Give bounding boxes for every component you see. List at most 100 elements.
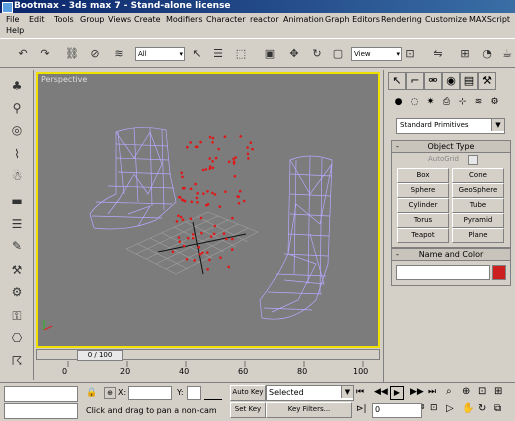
zoom-all-icon[interactable]: ⊕ <box>462 386 470 397</box>
pivot-icon[interactable]: ⊡ <box>402 46 418 62</box>
maxscript-listener-field[interactable] <box>4 386 78 402</box>
tube-button[interactable]: Tube <box>452 198 504 213</box>
mirror-icon[interactable]: ⇋ <box>430 46 446 62</box>
motion-tab-icon[interactable]: ◉ <box>442 72 460 90</box>
selection-filter-dropdown[interactable]: All ▾ <box>135 47 185 61</box>
render-icon[interactable]: ☕ <box>499 46 515 62</box>
camera-icon[interactable]: ⎔ <box>9 330 25 346</box>
set-key-button[interactable]: Set Key <box>230 402 266 418</box>
material-editor-icon[interactable]: ◔ <box>479 46 495 62</box>
create-tab-icon[interactable]: ↖ <box>388 72 406 90</box>
rect-region-icon[interactable]: ⬚ <box>233 46 249 62</box>
bind-space-warp-icon[interactable]: ≋ <box>111 46 127 62</box>
object-type-header[interactable]: - Object Type <box>392 141 510 153</box>
time-slider[interactable]: 0 / 100 <box>36 349 380 361</box>
app-icon[interactable] <box>2 2 13 13</box>
time-slider-thumb[interactable]: 0 / 100 <box>77 350 123 361</box>
menu-rendering[interactable]: Rendering <box>381 15 422 24</box>
zoom-icon[interactable]: ⌕ <box>446 386 452 397</box>
gear-icon[interactable]: ⚙ <box>9 284 25 300</box>
lock-icon[interactable]: 🔒 <box>86 388 97 398</box>
menu-create[interactable]: Create <box>134 15 161 24</box>
zoom-extents-all-icon[interactable]: ⊞ <box>494 386 502 397</box>
menu-edit[interactable]: Edit <box>29 15 45 24</box>
perspective-viewport[interactable]: Perspective <box>36 72 380 348</box>
menu-customize[interactable]: Customize <box>425 15 467 24</box>
current-frame-field[interactable]: 0 <box>372 403 422 418</box>
go-to-end-icon[interactable]: ⏭ <box>428 387 436 397</box>
hierarchy-icon[interactable]: ♣ <box>9 78 25 94</box>
maximize-viewport-icon[interactable]: ⧉ <box>494 403 501 414</box>
fov-icon[interactable]: ▷ <box>446 403 454 414</box>
previous-frame-icon[interactable]: ◀◀ <box>374 387 388 397</box>
unlink-icon[interactable]: ⊘ <box>87 46 103 62</box>
torus-button[interactable]: Torus <box>397 213 449 228</box>
cylinder-button[interactable]: Cylinder <box>397 198 449 213</box>
link-icon[interactable]: ⛓ <box>64 46 80 62</box>
menu-graph-editors[interactable]: Graph Editors <box>325 15 380 24</box>
select-icon[interactable]: ↖ <box>189 46 205 62</box>
pan-icon[interactable]: ✋ <box>462 403 474 414</box>
rotate-icon[interactable]: ↻ <box>309 46 325 62</box>
undo-icon[interactable]: ↶ <box>15 46 31 62</box>
play-icon[interactable]: ▶ <box>390 386 404 400</box>
frame-spinner-icon[interactable]: ⇕ <box>420 403 426 411</box>
sphere-button[interactable]: Sphere <box>397 183 449 198</box>
bone-icon[interactable]: ⚲ <box>9 100 25 116</box>
key-selection-dropdown[interactable]: Selected ▼ <box>266 385 354 401</box>
zoom-extents-icon[interactable]: ⊡ <box>478 386 486 397</box>
go-to-start-icon[interactable]: ⏮ <box>356 387 364 397</box>
select-by-name-icon[interactable]: ☰ <box>210 46 226 62</box>
y-coordinate-field[interactable] <box>187 386 201 400</box>
category-dropdown[interactable]: Standard Primitives ▼ <box>396 118 505 134</box>
sphere-icon[interactable]: ◎ <box>9 122 25 138</box>
autogrid-checkbox[interactable] <box>468 155 478 165</box>
cone-button[interactable]: Cone <box>452 168 504 183</box>
window-crossing-icon[interactable]: ▣ <box>262 46 278 62</box>
menu-views[interactable]: Views <box>108 15 131 24</box>
align-icon[interactable]: ⊞ <box>457 46 473 62</box>
viewport-label[interactable]: Perspective <box>41 75 87 84</box>
lights-icon[interactable]: ✷ <box>424 96 437 109</box>
tools-icon[interactable]: ✎ <box>9 238 25 254</box>
character-icon[interactable]: ☃ <box>9 168 25 184</box>
menu-character[interactable]: Character <box>206 15 246 24</box>
menu-animation[interactable]: Animation <box>283 15 324 24</box>
menu-reactor[interactable]: reactor <box>250 15 279 24</box>
time-ruler[interactable]: 0 20 40 60 80 100 <box>36 361 380 381</box>
x-coordinate-field[interactable] <box>128 386 172 400</box>
systems-icon[interactable]: ⚙ <box>488 96 501 109</box>
cameras-icon[interactable]: ⎙ <box>440 96 453 109</box>
time-config-icon[interactable]: ⊡ <box>430 403 438 413</box>
box-button[interactable]: Box <box>397 168 449 183</box>
menu-modifiers[interactable]: Modifiers <box>166 15 203 24</box>
object-name-field[interactable] <box>396 265 490 280</box>
teapot-button[interactable]: Teapot <box>397 228 449 243</box>
next-frame-icon[interactable]: ▶▶ <box>410 387 424 397</box>
redo-icon[interactable]: ↷ <box>37 46 53 62</box>
pyramid-button[interactable]: Pyramid <box>452 213 504 228</box>
name-and-color-header[interactable]: - Name and Color <box>392 249 510 261</box>
helpers-icon[interactable]: ⊹ <box>456 96 469 109</box>
scale-icon[interactable]: ▢ <box>330 46 346 62</box>
maxscript-output-field[interactable] <box>4 403 78 419</box>
helper-icon[interactable]: ⚿ <box>9 308 25 324</box>
walk-icon[interactable]: ☈ <box>9 353 25 369</box>
ref-coord-dropdown[interactable]: View ▾ <box>351 47 402 61</box>
key-filters-button[interactable]: Key Filters... <box>266 402 352 418</box>
cylinder-icon[interactable]: ☰ <box>9 216 25 232</box>
absolute-mode-icon[interactable]: ⊕ <box>104 387 116 399</box>
move-icon[interactable]: ✥ <box>286 46 302 62</box>
key-mode-icon[interactable]: ⊳| <box>356 404 367 414</box>
object-color-swatch[interactable] <box>492 265 506 280</box>
plane-button[interactable]: Plane <box>452 228 504 243</box>
geometry-icon[interactable]: ● <box>392 96 405 109</box>
box-icon[interactable]: ▬ <box>9 193 25 209</box>
brush-icon[interactable]: ⌇ <box>9 146 25 162</box>
modify-tab-icon[interactable]: ⌐ <box>406 72 424 90</box>
wrench-icon[interactable]: ⚒ <box>9 262 25 278</box>
menu-group[interactable]: Group <box>80 15 104 24</box>
menu-tools[interactable]: Tools <box>54 15 74 24</box>
space-warps-icon[interactable]: ≋ <box>472 96 485 109</box>
auto-key-button[interactable]: Auto Key <box>230 385 266 401</box>
